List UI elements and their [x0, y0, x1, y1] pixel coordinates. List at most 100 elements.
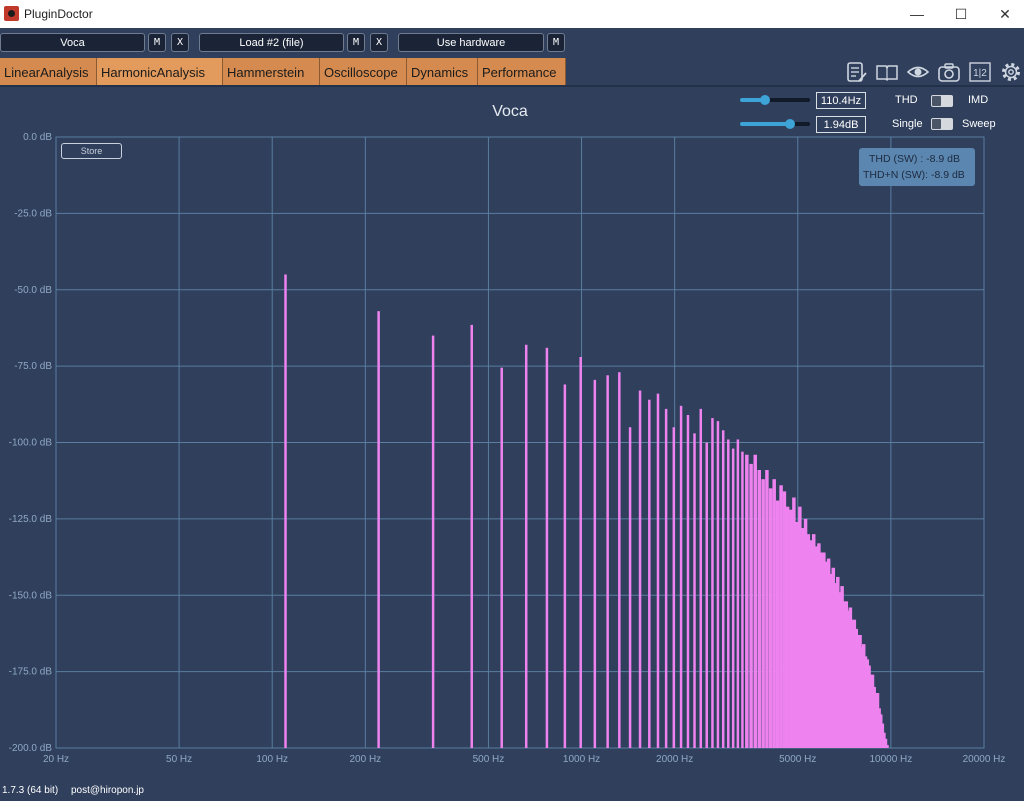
harmonic-bar — [672, 427, 676, 748]
harmonic-bar — [628, 427, 632, 748]
harmonic-bar — [545, 347, 549, 748]
notes-icon[interactable] — [844, 60, 868, 84]
harmonic-bar — [826, 558, 831, 748]
harmonic-bar — [877, 708, 881, 748]
harmonic-bar — [875, 693, 880, 748]
y-tick-label: -175.0 dB — [9, 667, 53, 678]
slot-2-remove-button[interactable]: X — [370, 33, 388, 52]
harmonic-bar — [874, 693, 878, 748]
x-tick-label: 50 Hz — [166, 754, 192, 765]
hardware-m-button[interactable]: M — [547, 33, 565, 52]
harmonic-bar — [803, 518, 808, 748]
tab-performance[interactable]: Performance — [478, 58, 566, 86]
harmonic-bar — [861, 644, 866, 748]
maximize-button[interactable]: ☐ — [938, 0, 984, 28]
harmonic-bar — [782, 491, 787, 748]
level-value[interactable]: 1.94dB — [816, 116, 866, 133]
harmonic-bar — [860, 647, 864, 748]
harmonic-bar — [656, 393, 660, 748]
harmonic-bar — [686, 415, 690, 748]
harmonic-bar — [811, 534, 816, 748]
single-label: Single — [892, 118, 923, 130]
harmonic-bar — [817, 543, 821, 748]
harmonic-bar — [789, 509, 793, 748]
level-slider[interactable] — [740, 119, 810, 129]
x-tick-label: 5000 Hz — [779, 754, 816, 765]
slot-1-m-button[interactable]: M — [148, 33, 166, 52]
harmonic-bar — [500, 367, 503, 748]
harmonic-bar — [879, 714, 883, 748]
frequency-value[interactable]: 110.4Hz — [816, 92, 866, 109]
x-tick-label: 20 Hz — [43, 754, 69, 765]
axis-labels: 20 Hz 50 Hz 100 Hz 200 Hz 500 Hz 1000 Hz 2000 … — [9, 132, 1006, 765]
tab-hammerstein[interactable]: Hammerstein — [223, 58, 320, 86]
harmonic-bar — [524, 344, 528, 748]
window-title: PluginDoctor — [24, 7, 93, 21]
frequency-slider-thumb[interactable] — [759, 95, 770, 105]
level-slider-thumb[interactable] — [785, 119, 796, 129]
thd-readout-box: THD (SW) : -8.9 dB THD+N (SW): -8.9 dB — [859, 148, 975, 186]
harmonic-bar — [858, 634, 862, 748]
harmonic-bar — [785, 506, 790, 748]
camera-icon[interactable] — [937, 60, 961, 84]
title-bar: PluginDoctor — ☐ ✕ — [0, 0, 1024, 28]
harmonic-bar — [885, 744, 889, 748]
close-window-button[interactable]: ✕ — [982, 0, 1024, 28]
thd-imd-toggle[interactable] — [931, 95, 953, 107]
harmonic-bar — [648, 399, 651, 748]
harmonic-bar — [831, 567, 836, 748]
harmonic-bar — [869, 674, 873, 748]
harmonic-bar — [792, 497, 796, 748]
y-tick-label: -125.0 dB — [9, 514, 53, 525]
single-sweep-toggle[interactable] — [931, 118, 953, 130]
harmonic-bar — [579, 356, 582, 748]
harmonic-bar — [854, 628, 859, 748]
tab-dynamics[interactable]: Dynamics — [407, 58, 478, 86]
split-view-icon[interactable]: 1|2 — [968, 60, 992, 84]
harmonic-bar — [814, 546, 819, 748]
harmonic-bar — [779, 485, 783, 748]
harmonic-bar — [883, 738, 888, 748]
harmonic-bar — [757, 469, 761, 748]
slot-1-remove-button[interactable]: X — [171, 33, 189, 52]
harmonic-bar — [593, 379, 597, 748]
harmonic-bar — [711, 418, 714, 748]
y-tick-label: -100.0 dB — [9, 438, 53, 449]
harmonic-bar — [829, 573, 833, 748]
harmonic-bar — [470, 324, 473, 748]
harmonic-bars — [284, 274, 889, 748]
harmonic-bar — [431, 335, 435, 748]
plugin-slot-1-field[interactable]: Voca — [0, 33, 145, 52]
harmonic-bar — [822, 552, 826, 748]
harmonic-bar — [872, 686, 876, 748]
harmonic-bar — [865, 659, 870, 748]
harmonic-bar — [772, 479, 776, 748]
store-button[interactable]: Store — [61, 143, 122, 159]
tab-linear-analysis[interactable]: LinearAnalysis — [0, 58, 97, 86]
harmonic-bar — [731, 448, 735, 748]
harmonic-bar — [850, 619, 855, 748]
minimize-button[interactable]: — — [894, 0, 940, 28]
tab-oscilloscope[interactable]: Oscilloscope — [320, 58, 407, 86]
harmonic-bar — [795, 521, 799, 748]
tab-divider — [0, 85, 1024, 87]
harmonic-bar — [768, 488, 773, 748]
harmonic-bar — [882, 732, 886, 748]
harmonic-bar — [848, 607, 853, 748]
y-tick-label: -200.0 dB — [9, 743, 53, 754]
x-tick-label: 1000 Hz — [563, 754, 600, 765]
tab-harmonic-analysis[interactable]: HarmonicAnalysis — [97, 58, 223, 86]
slot-2-m-button[interactable]: M — [347, 33, 365, 52]
x-tick-label: 200 Hz — [349, 754, 381, 765]
hardware-slot-field[interactable]: Use hardware — [398, 33, 544, 52]
plugin-slot-2-field[interactable]: Load #2 (file) — [199, 33, 344, 52]
frequency-slider[interactable] — [740, 95, 810, 105]
settings-icon[interactable] — [999, 60, 1023, 84]
harmonic-bar — [824, 561, 829, 748]
harmonic-bar — [819, 552, 824, 748]
book-icon[interactable] — [875, 60, 899, 84]
eye-icon[interactable] — [906, 60, 930, 84]
harmonic-bar — [741, 451, 744, 748]
harmonic-bar — [809, 540, 813, 748]
x-tick-label: 500 Hz — [473, 754, 505, 765]
